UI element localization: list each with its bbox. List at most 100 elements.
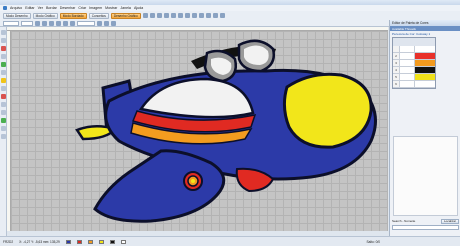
status-coordinates: X: -4,27 Y: -5,63 mm: 135,29 [19,239,60,244]
print-icon[interactable] [163,13,169,18]
outline-tool-icon[interactable] [0,46,6,51]
split-tool-icon[interactable] [0,126,6,131]
thread-swatch [415,74,435,80]
paste-icon[interactable] [184,13,190,18]
color-swatch-orange[interactable] [87,239,93,244]
menu-image[interactable]: Imagem [89,6,102,10]
applique-tool-icon[interactable] [0,118,6,123]
zoom-in-icon[interactable] [205,13,211,18]
align-icon[interactable] [97,20,102,26]
status-bar: FR2D2 X: -4,27 Y: -5,63 mm: 135,29 Salto… [0,236,460,246]
design-canvas[interactable] [11,31,388,231]
color-palette-panel: Editor de Paleta de Cores Available Thre… [389,20,460,236]
menu-embroider[interactable]: Bordar [46,6,57,10]
menu-help[interactable]: Ajuda [134,6,143,10]
node-icon[interactable] [42,20,47,26]
tab-graphic-mode[interactable]: Modo Gráfico [32,12,58,19]
menu-edit[interactable]: Editar [25,6,34,10]
redo-icon[interactable] [198,13,204,18]
thread-swatch [415,60,435,66]
fill-tool-icon[interactable] [0,62,6,67]
thread-row[interactable]: 4 [393,67,435,74]
thread-label [400,46,415,52]
zoom-out-icon[interactable] [212,13,218,18]
rotate-icon[interactable] [111,20,116,26]
thread-swatch [415,81,435,87]
hand-icon[interactable] [219,13,225,18]
thread-row[interactable]: 6 [393,81,435,88]
thread-combo[interactable] [3,20,19,26]
left-toolbox [0,27,7,236]
thread-swatch [415,53,435,59]
status-left: FR2D2 [3,239,14,244]
plane-yellow-nose [282,72,373,149]
thread-swatch [415,67,435,73]
thread-row[interactable] [393,46,435,53]
color-swatch-blue[interactable] [65,239,71,244]
menu-view[interactable]: Ver [38,6,43,10]
search-label: Search - Nomeite [392,219,416,223]
thread-row[interactable]: 5 [393,74,435,81]
menu-create[interactable]: Criar [78,6,86,10]
color-swatch-black[interactable] [109,239,115,244]
new-file-icon[interactable] [142,13,148,18]
menu-file[interactable]: Arquivo [10,6,22,10]
plane-lower-wing [93,149,226,223]
stitch-icon[interactable] [49,20,54,26]
color-swatch-yellow[interactable] [98,239,104,244]
circle-tool-icon[interactable] [0,86,6,91]
copy-icon[interactable] [177,13,183,18]
measure-tool-icon[interactable] [0,102,6,107]
save-icon[interactable] [156,13,162,18]
undo-icon[interactable] [191,13,197,18]
run-icon[interactable] [70,20,75,26]
open-file-icon[interactable] [149,13,155,18]
palette-name: Pa lecura de Cor: Coloway 1 [392,31,431,36]
zoom-tool-icon[interactable] [0,110,6,115]
color-tool-icon[interactable] [0,94,6,99]
tab-embroidery-mode[interactable]: Modo Bordado [59,12,87,19]
thread-number: 3 [393,60,400,66]
tab-concepts[interactable]: Conceitos [88,12,109,19]
thread-label [400,74,415,80]
airplane-embroidery [75,39,377,223]
color-swatch-white[interactable] [120,239,126,244]
pointer-tool-icon[interactable] [0,30,6,35]
engine-center [191,179,195,183]
thread-number: 2 [393,53,400,59]
thread-table-header [393,38,435,46]
thread-row[interactable]: 3 [393,60,435,67]
menu-draw[interactable]: Desenhar [60,6,76,10]
thread-row[interactable]: 2 [393,53,435,60]
thread-label [400,81,415,87]
main-toolbar: Modo Desenho Modo Gráfico Modo Bordado C… [0,11,460,20]
thread-label [400,53,415,59]
reshape-tool-icon[interactable] [0,38,6,43]
color-swatch-red[interactable] [76,239,82,244]
app-icon[interactable] [3,6,7,10]
thread-number: 6 [393,81,400,87]
size-combo[interactable] [21,20,33,26]
weld-tool-icon[interactable] [0,134,6,139]
search-input[interactable] [392,225,459,230]
thread-list-area[interactable] [393,136,458,216]
line-tool-icon[interactable] [0,54,6,59]
locate-button[interactable]: Localizar [440,218,459,224]
satin-icon[interactable] [63,20,68,26]
thread-table: 2 3 4 5 6 [392,37,436,89]
menu-window[interactable]: Janela [120,6,131,10]
select-icon[interactable] [35,20,40,26]
mirror-icon[interactable] [104,20,109,26]
thread-swatch [415,46,435,52]
text-tool-icon[interactable] [0,70,6,75]
panel-footer: Search - Nomeite Localizar [392,218,459,232]
menu-show[interactable]: Mostrar [105,6,117,10]
status-right: Salto: 0/0 [366,239,380,244]
stitch-type-combo[interactable] [77,20,95,26]
fill-icon[interactable] [56,20,61,26]
thread-label [400,67,415,73]
active-tool-button[interactable]: Desenho Gráfico [110,12,141,19]
cut-icon[interactable] [170,13,176,18]
lettering-tool-icon[interactable] [0,78,6,83]
thread-number: 4 [393,67,400,73]
